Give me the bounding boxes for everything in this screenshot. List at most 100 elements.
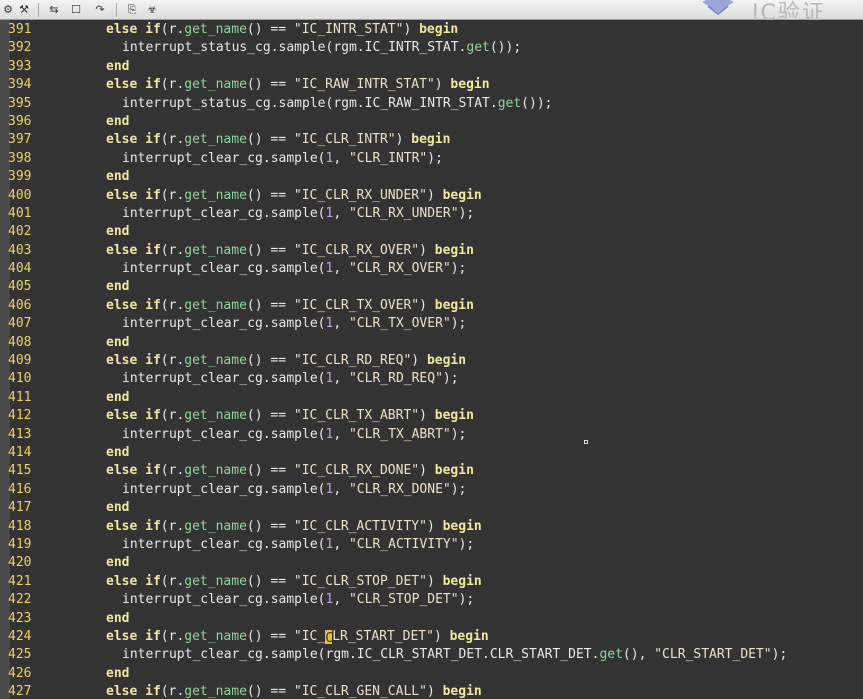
code-line[interactable]: 427 else if(r.get_name() == "IC_CLR_GEN_C… bbox=[0, 683, 863, 699]
code-line[interactable]: 413 interrupt_clear_cg.sample(1, "CLR_TX_… bbox=[0, 426, 863, 444]
code-text: interrupt_clear_cg.sample(1, "CLR_RD_REQ… bbox=[122, 371, 459, 387]
code-line[interactable]: 410 interrupt_clear_cg.sample(1, "CLR_RD_… bbox=[0, 370, 863, 388]
line-number: 399 bbox=[8, 169, 32, 185]
code-line[interactable]: 426 end bbox=[0, 665, 863, 683]
code-line[interactable]: 393 end bbox=[0, 58, 863, 76]
line-number: 393 bbox=[8, 58, 32, 74]
line-number: 422 bbox=[8, 592, 32, 608]
code-line[interactable]: 420 end bbox=[0, 554, 863, 572]
line-number: 413 bbox=[8, 426, 32, 442]
code-line[interactable]: 396 end bbox=[0, 113, 863, 131]
line-number: 401 bbox=[8, 205, 32, 221]
mouse-pointer-marker bbox=[584, 440, 588, 444]
compare-icon[interactable]: ⇆ bbox=[46, 2, 62, 17]
code-line[interactable]: 399 end bbox=[0, 168, 863, 186]
code-line[interactable]: 403 else if(r.get_name() == "IC_CLR_RX_OV… bbox=[0, 242, 863, 260]
code-text: interrupt_clear_cg.sample(1, "CLR_RX_UND… bbox=[122, 205, 475, 221]
code-text: else if(r.get_name() == "IC_CLR_TX_ABRT"… bbox=[106, 408, 474, 424]
code-line[interactable]: 398 interrupt_clear_cg.sample(1, "CLR_INT… bbox=[0, 150, 863, 168]
code-line[interactable]: 397 else if(r.get_name() == "IC_CLR_INTR"… bbox=[0, 131, 863, 149]
code-text: else if(r.get_name() == "IC_CLR_STOP_DET… bbox=[106, 573, 482, 589]
code-line[interactable]: 400 else if(r.get_name() == "IC_CLR_RX_UN… bbox=[0, 187, 863, 205]
code-text: interrupt_clear_cg.sample(1, "CLR_INTR")… bbox=[122, 150, 443, 166]
code-line[interactable]: 424 else if(r.get_name() == "IC_CLR_START… bbox=[0, 628, 863, 646]
code-text: else if(r.get_name() == "IC_CLR_ACTIVITY… bbox=[106, 518, 482, 534]
code-line[interactable]: 421 else if(r.get_name() == "IC_CLR_STOP_… bbox=[0, 573, 863, 591]
code-text: else if(r.get_name() == "IC_CLR_TX_OVER"… bbox=[106, 297, 474, 313]
code-line[interactable]: 392 interrupt_status_cg.sample(rgm.IC_INT… bbox=[0, 39, 863, 57]
line-number: 395 bbox=[8, 95, 32, 111]
code-line[interactable]: 425 interrupt_clear_cg.sample(rgm.IC_CLR_… bbox=[0, 646, 863, 664]
code-text: end bbox=[106, 444, 130, 460]
code-line[interactable]: 423 end bbox=[0, 610, 863, 628]
code-line[interactable]: 415 else if(r.get_name() == "IC_CLR_RX_DO… bbox=[0, 462, 863, 480]
line-number: 402 bbox=[8, 224, 32, 240]
line-number: 404 bbox=[8, 261, 32, 277]
code-line[interactable]: 418 else if(r.get_name() == "IC_CLR_ACTIV… bbox=[0, 518, 863, 536]
code-line[interactable]: 416 interrupt_clear_cg.sample(1, "CLR_RX_… bbox=[0, 481, 863, 499]
code-line[interactable]: 412 else if(r.get_name() == "IC_CLR_TX_AB… bbox=[0, 407, 863, 425]
code-line[interactable]: 391 else if(r.get_name() == "IC_INTR_STAT… bbox=[0, 21, 863, 39]
code-text: interrupt_clear_cg.sample(rgm.IC_CLR_STA… bbox=[122, 647, 788, 663]
code-text: else if(r.get_name() == "IC_CLR_RX_OVER"… bbox=[106, 242, 474, 258]
line-number: 419 bbox=[8, 536, 32, 552]
code-line[interactable]: 417 end bbox=[0, 499, 863, 517]
code-line[interactable]: 402 end bbox=[0, 223, 863, 241]
code-text: interrupt_status_cg.sample(rgm.IC_RAW_IN… bbox=[122, 95, 553, 111]
code-line[interactable]: 414 end bbox=[0, 444, 863, 462]
toolbar-separator bbox=[38, 3, 39, 17]
code-text: else if(r.get_name() == "IC_CLR_INTR") b… bbox=[106, 132, 451, 148]
toolbar-separator bbox=[116, 3, 117, 17]
line-number: 391 bbox=[8, 22, 32, 37]
code-text: interrupt_clear_cg.sample(1, "CLR_RX_DON… bbox=[122, 481, 467, 497]
code-line[interactable]: 394 else if(r.get_name() == "IC_RAW_INTR_… bbox=[0, 76, 863, 94]
line-number: 392 bbox=[8, 40, 32, 56]
code-editor[interactable]: 391 else if(r.get_name() == "IC_INTR_STAT… bbox=[0, 20, 863, 699]
code-text: end bbox=[106, 334, 130, 350]
build-icon[interactable]: ⚙ bbox=[0, 2, 16, 17]
redo-icon[interactable]: ↷ bbox=[92, 2, 108, 17]
code-text: end bbox=[106, 58, 130, 74]
line-number: 415 bbox=[8, 463, 32, 479]
window-icon[interactable]: ☐ bbox=[68, 2, 84, 17]
code-line[interactable]: 419 interrupt_clear_cg.sample(1, "CLR_ACT… bbox=[0, 536, 863, 554]
code-text: interrupt_clear_cg.sample(1, "CLR_STOP_D… bbox=[122, 592, 475, 608]
line-number: 400 bbox=[8, 187, 32, 203]
code-text: else if(r.get_name() == "IC_INTR_STAT") … bbox=[106, 22, 459, 37]
code-text: interrupt_clear_cg.sample(1, "CLR_RX_OVE… bbox=[122, 261, 467, 277]
line-number: 412 bbox=[8, 408, 32, 424]
code-line[interactable]: 406 else if(r.get_name() == "IC_CLR_TX_OV… bbox=[0, 297, 863, 315]
code-line[interactable]: 411 end bbox=[0, 389, 863, 407]
code-line[interactable]: 408 end bbox=[0, 334, 863, 352]
line-number: 406 bbox=[8, 297, 32, 313]
code-text: end bbox=[106, 224, 130, 240]
line-number: 416 bbox=[8, 481, 32, 497]
code-text: else if(r.get_name() == "IC_CLR_GEN_CALL… bbox=[106, 684, 482, 699]
code-text: interrupt_clear_cg.sample(1, "CLR_ACTIVI… bbox=[122, 536, 475, 552]
code-line[interactable]: 407 interrupt_clear_cg.sample(1, "CLR_TX_… bbox=[0, 315, 863, 333]
bookmark-icon[interactable]: ⎘ bbox=[124, 2, 140, 17]
settings-icon[interactable]: ⚒ bbox=[16, 2, 32, 17]
code-text: end bbox=[106, 279, 130, 295]
logo-mark-icon bbox=[700, 0, 736, 16]
code-line[interactable]: 422 interrupt_clear_cg.sample(1, "CLR_STO… bbox=[0, 591, 863, 609]
code-line[interactable]: 395 interrupt_status_cg.sample(rgm.IC_RAW… bbox=[0, 95, 863, 113]
line-number: 424 bbox=[8, 628, 32, 644]
code-lines: 391 else if(r.get_name() == "IC_INTR_STAT… bbox=[0, 21, 863, 699]
line-number: 394 bbox=[8, 77, 32, 93]
code-text: else if(r.get_name() == "IC_CLR_RX_UNDER… bbox=[106, 187, 482, 203]
code-line[interactable]: 404 interrupt_clear_cg.sample(1, "CLR_RX_… bbox=[0, 260, 863, 278]
line-number: 398 bbox=[8, 150, 32, 166]
line-number: 425 bbox=[8, 647, 32, 663]
code-line[interactable]: 405 end bbox=[0, 278, 863, 296]
line-number: 405 bbox=[8, 279, 32, 295]
code-line[interactable]: 409 else if(r.get_name() == "IC_CLR_RD_RE… bbox=[0, 352, 863, 370]
code-text: else if(r.get_name() == "IC_CLR_RX_DONE"… bbox=[106, 463, 474, 479]
code-text: else if(r.get_name() == "IC_CLR_RD_REQ")… bbox=[106, 353, 467, 369]
code-line[interactable]: 401 interrupt_clear_cg.sample(1, "CLR_RX_… bbox=[0, 205, 863, 223]
debug-icon[interactable]: ☣ bbox=[144, 2, 160, 17]
line-number: 423 bbox=[8, 610, 32, 626]
line-number: 417 bbox=[8, 500, 32, 516]
code-text: end bbox=[106, 665, 130, 681]
line-number: 420 bbox=[8, 555, 32, 571]
